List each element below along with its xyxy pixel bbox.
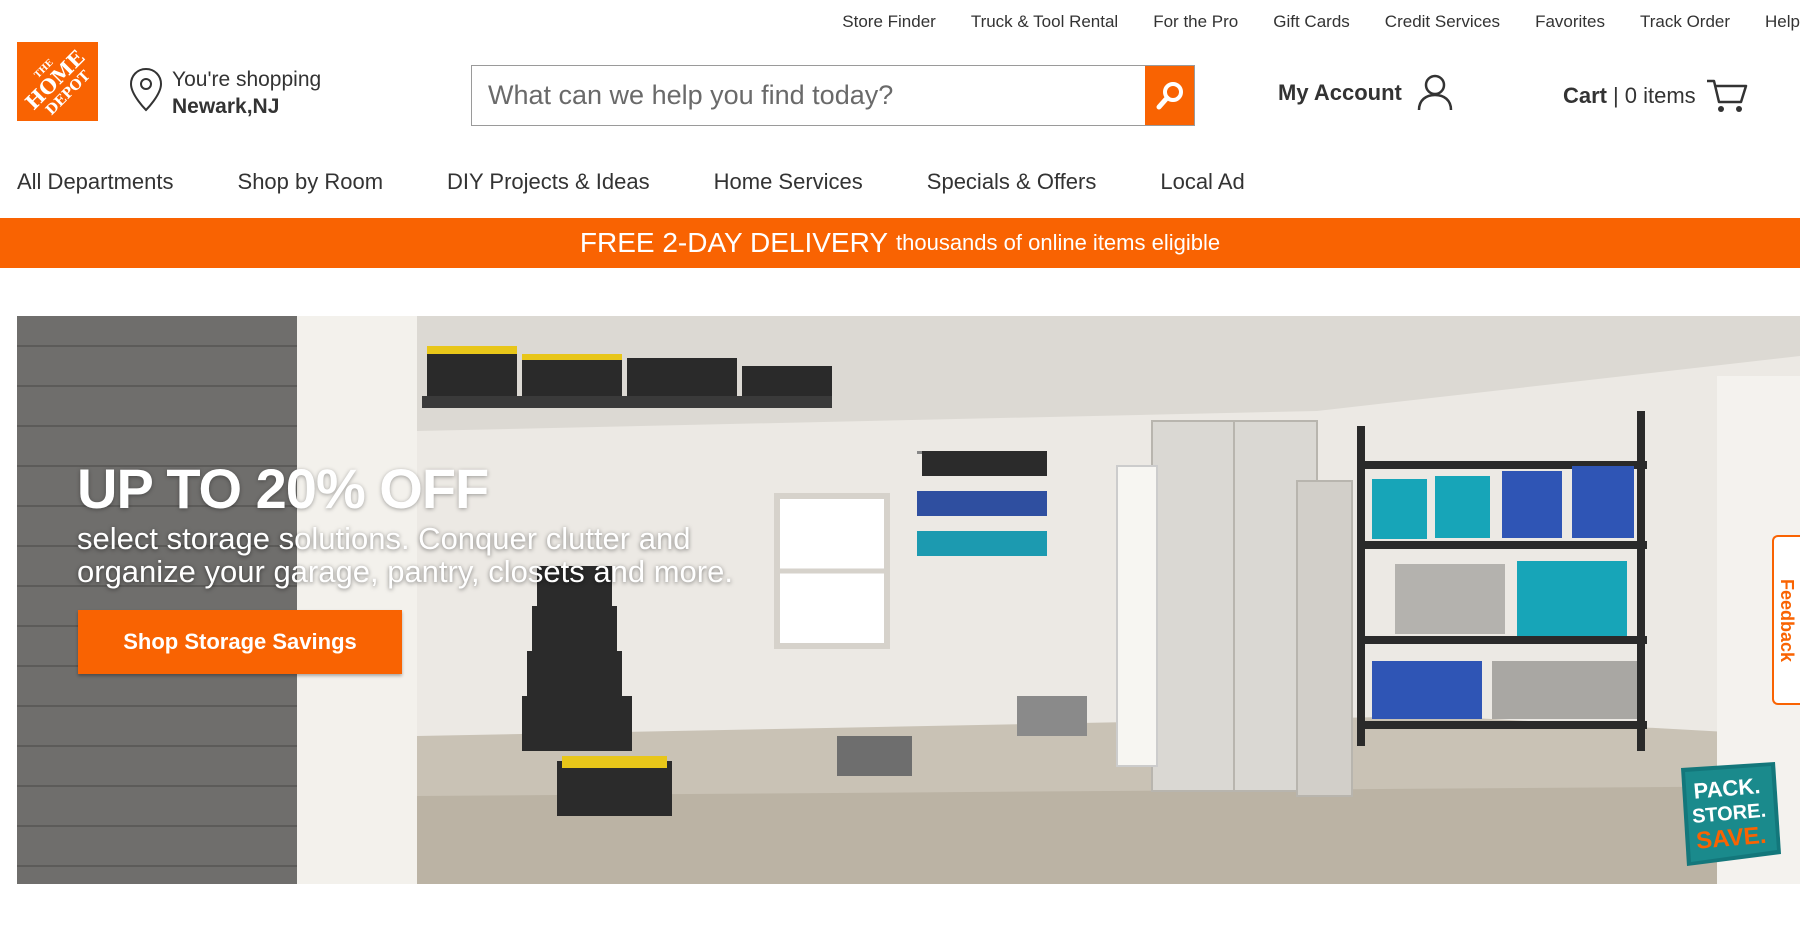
cart-button[interactable]: Cart | 0 items bbox=[1563, 78, 1748, 114]
utility-bar: Store Finder Truck & Tool Rental For the… bbox=[0, 0, 1800, 44]
nav-local-ad[interactable]: Local Ad bbox=[1160, 169, 1244, 195]
search-button[interactable] bbox=[1145, 66, 1194, 125]
feedback-tab[interactable]: Feedback bbox=[1772, 535, 1800, 705]
pack-store-save-badge[interactable]: PACK. STORE. SAVE. bbox=[1667, 758, 1785, 870]
garage-storage-image bbox=[17, 316, 1800, 884]
user-icon bbox=[1417, 74, 1453, 111]
utility-link-help[interactable]: Help bbox=[1765, 12, 1800, 32]
utility-link-for-the-pro[interactable]: For the Pro bbox=[1153, 12, 1238, 32]
nav-all-departments[interactable]: All Departments bbox=[17, 169, 174, 195]
search-input[interactable] bbox=[472, 66, 1145, 125]
cart-separator: | bbox=[1613, 83, 1619, 108]
main-nav: All Departments Shop by Room DIY Project… bbox=[17, 169, 1309, 195]
utility-link-truck-tool-rental[interactable]: Truck & Tool Rental bbox=[971, 12, 1118, 32]
home-depot-logo[interactable]: THE HOME DEPOT bbox=[17, 42, 98, 121]
search-bar bbox=[471, 65, 1195, 126]
my-account-label: My Account bbox=[1278, 80, 1402, 105]
store-city: Newark,NJ bbox=[172, 95, 280, 118]
cart-count: 0 items bbox=[1624, 83, 1696, 108]
cart-icon bbox=[1706, 79, 1747, 112]
nav-diy-projects-ideas[interactable]: DIY Projects & Ideas bbox=[447, 169, 650, 195]
shop-storage-savings-button[interactable]: Shop Storage Savings bbox=[78, 610, 402, 674]
store-label: You're shopping bbox=[172, 68, 322, 91]
utility-link-credit-services[interactable]: Credit Services bbox=[1385, 12, 1500, 32]
feedback-label: Feedback bbox=[1777, 578, 1798, 662]
promo-detail: thousands of online items eligible bbox=[896, 230, 1221, 255]
utility-link-track-order[interactable]: Track Order bbox=[1640, 12, 1730, 32]
store-selector[interactable]: You're shopping Newark,NJ bbox=[128, 66, 321, 120]
search-icon bbox=[1156, 81, 1183, 109]
nav-specials-offers[interactable]: Specials & Offers bbox=[927, 169, 1097, 195]
nav-home-services[interactable]: Home Services bbox=[714, 169, 863, 195]
utility-link-store-finder[interactable]: Store Finder bbox=[842, 12, 936, 32]
utility-link-favorites[interactable]: Favorites bbox=[1535, 12, 1605, 32]
utility-link-gift-cards[interactable]: Gift Cards bbox=[1273, 12, 1350, 32]
cart-label: Cart bbox=[1563, 83, 1608, 108]
promo-headline: FREE 2-DAY DELIVERY bbox=[579, 227, 888, 258]
nav-shop-by-room[interactable]: Shop by Room bbox=[238, 169, 384, 195]
location-pin-icon bbox=[129, 67, 163, 112]
promo-banner[interactable]: FREE 2-DAY DELIVERY thousands of online … bbox=[0, 218, 1800, 268]
hero-subtext: select storage solutions. Conquer clutte… bbox=[77, 521, 733, 589]
hero-headline: UP TO 20% OFF bbox=[77, 457, 489, 520]
hero-banner[interactable]: UP TO 20% OFF select storage solutions. … bbox=[17, 316, 1800, 884]
my-account-button[interactable]: My Account bbox=[1278, 74, 1454, 112]
